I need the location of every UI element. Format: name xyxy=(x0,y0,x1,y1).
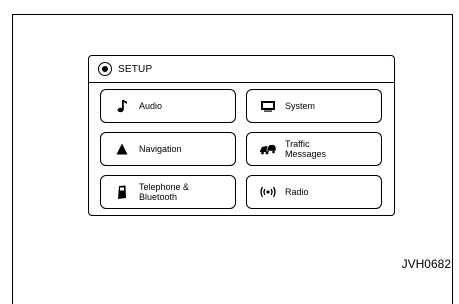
display-icon xyxy=(257,100,279,112)
radio-waves-icon xyxy=(257,186,279,198)
traffic-icon xyxy=(257,143,279,155)
gear-icon xyxy=(98,62,112,76)
traffic-messages-button[interactable]: Traffic Messages xyxy=(246,132,382,166)
music-note-icon xyxy=(111,99,133,113)
audio-label: Audio xyxy=(139,101,163,111)
figure-code: JVH0682 xyxy=(401,257,451,271)
page-title: SETUP xyxy=(118,63,153,75)
navigation-arrow-icon xyxy=(111,143,133,155)
phone-icon xyxy=(111,185,133,200)
radio-label: Radio xyxy=(285,187,309,197)
system-button[interactable]: System xyxy=(246,89,382,123)
audio-button[interactable]: Audio xyxy=(100,89,236,123)
setup-header: SETUP xyxy=(89,56,394,83)
system-label: System xyxy=(285,101,316,111)
setup-screen: SETUP Audio System Navigation Traffic Me… xyxy=(88,55,395,216)
navigation-label: Navigation xyxy=(139,144,182,154)
radio-button[interactable]: Radio xyxy=(246,175,382,209)
traffic-messages-label: Traffic Messages xyxy=(285,139,327,159)
telephone-bluetooth-button[interactable]: Telephone & Bluetooth xyxy=(100,175,236,209)
navigation-button[interactable]: Navigation xyxy=(100,132,236,166)
telephone-bluetooth-label: Telephone & Bluetooth xyxy=(139,182,190,202)
